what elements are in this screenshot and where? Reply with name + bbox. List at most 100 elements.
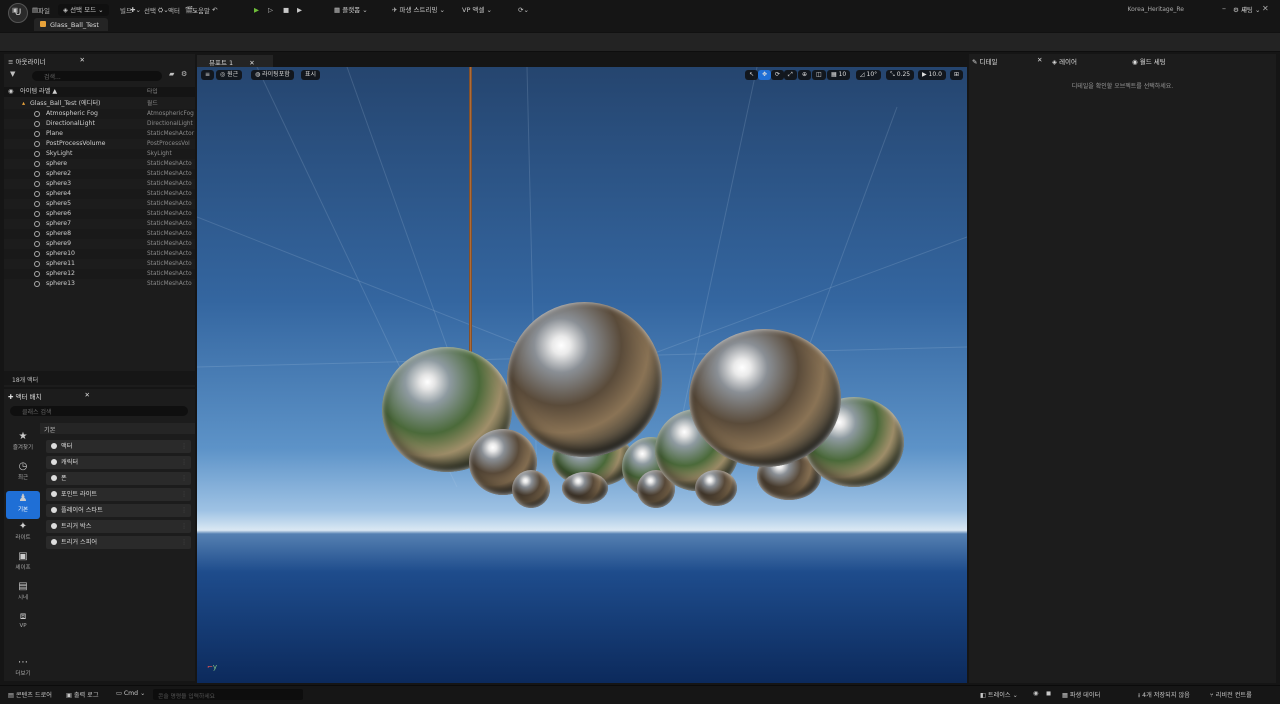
outliner-row[interactable]: sphere9 StaticMeshActo — [4, 239, 195, 249]
stop-icon[interactable]: ■ — [283, 4, 289, 16]
content-drawer-button[interactable]: ▤ 콘텐츠 드로어 — [8, 690, 52, 699]
settings-button[interactable]: ⚙ 세팅 ⌄ — [1233, 4, 1260, 16]
streaming-dropdown[interactable]: ✈ 파생 스트리밍 ⌄ — [392, 4, 445, 16]
place-actor-item[interactable]: 액터 ⋮ — [46, 440, 191, 453]
tab-details[interactable]: ✎ 디테일 — [972, 56, 997, 66]
outliner-root[interactable]: ▴ Glass_Ball_Test (에디터) 월드 — [4, 99, 195, 109]
close-icon[interactable]: ✕ — [1262, 4, 1269, 13]
outliner-row[interactable]: sphere13 StaticMeshActo — [4, 279, 195, 289]
filter-icon[interactable]: ▼ — [10, 70, 15, 78]
scale-tool-icon[interactable]: ⤢ — [784, 70, 797, 80]
content-browser-icon[interactable]: ▤ — [32, 4, 38, 16]
outliner-row[interactable]: sphere StaticMeshActo — [4, 159, 195, 169]
outliner-row[interactable]: sphere12 StaticMeshActo — [4, 269, 195, 279]
viewport-menu-icon[interactable]: ≡ — [201, 70, 215, 80]
place-actor-item[interactable]: 트리거 스피어 ⋮ — [46, 536, 191, 549]
glass-sphere[interactable] — [562, 472, 608, 504]
move-tool-icon[interactable]: ✥ — [758, 70, 772, 80]
category-tab[interactable]: ♟ 기본 — [6, 491, 40, 519]
scale-snap-button[interactable]: ⤡ 0.25 — [886, 70, 915, 80]
vp-dropdown[interactable]: VP 액셀 ⌄ — [462, 4, 492, 16]
place-actor-item[interactable]: 캐릭터 ⋮ — [46, 456, 191, 469]
outliner-tab[interactable]: ≡ 아웃라이너 ✕ — [4, 54, 195, 67]
col-label[interactable]: 아이템 라벨 ▲ — [20, 87, 57, 97]
show-button[interactable]: 표시 — [301, 70, 321, 80]
world-space-icon[interactable]: ⊕ — [798, 70, 812, 80]
grid-snap-button[interactable]: ▦ 10 — [827, 70, 851, 80]
close-tab-icon[interactable]: ✕ — [1037, 56, 1042, 64]
trace-dropdown[interactable]: ◧ 트레이스 ⌄ — [980, 690, 1018, 699]
gear-icon[interactable]: ⚙ — [181, 70, 187, 78]
outliner-row[interactable]: DirectionalLight DirectionalLight — [4, 119, 195, 129]
step-icon[interactable]: ▷ — [268, 4, 273, 16]
category-tab[interactable]: ▣ 셰이프 — [6, 551, 40, 571]
outliner-row[interactable]: sphere8 StaticMeshActo — [4, 229, 195, 239]
platforms-dropdown[interactable]: ▦ 플랫폼 ⌄ — [334, 4, 368, 16]
launch-icon[interactable]: ▶ — [297, 4, 302, 16]
add-actor-icon[interactable]: ✚⌄ — [130, 4, 141, 16]
cinematics-icon[interactable]: 🎬⌄ — [185, 4, 199, 16]
outliner-row[interactable]: PostProcessVolume PostProcessVol — [4, 139, 195, 149]
outliner-row[interactable]: sphere7 StaticMeshActo — [4, 219, 195, 229]
outliner-row[interactable]: sphere11 StaticMeshActo — [4, 259, 195, 269]
category-tab[interactable]: ▤ 시네 — [6, 581, 40, 601]
outliner-row[interactable]: sphere4 StaticMeshActo — [4, 189, 195, 199]
minimize-icon[interactable]: – — [1222, 4, 1226, 13]
place-actor-item[interactable]: 포인트 라이트 ⋮ — [46, 488, 191, 501]
category-tab[interactable]: ★ 즐겨찾기 — [6, 431, 40, 451]
outliner-row[interactable]: sphere2 StaticMeshActo — [4, 169, 195, 179]
outliner-row[interactable]: sphere3 StaticMeshActo — [4, 179, 195, 189]
derived-data-button[interactable]: ▦ 파생 데이터 — [1062, 690, 1100, 699]
place-actor-item[interactable]: 폰 ⋮ — [46, 472, 191, 485]
menu-actor[interactable]: 액터 — [168, 5, 180, 15]
cmd-dropdown[interactable]: ▭ Cmd ⌄ — [116, 690, 145, 697]
revision-control-button[interactable]: ⑂ 리비전 컨트롤 — [1210, 690, 1252, 699]
select-tool-icon[interactable]: ↖ — [745, 70, 759, 80]
record-icon[interactable]: ◉ — [1033, 690, 1038, 697]
place-actors-tab[interactable]: ✚ 액터 배치 ✕ — [4, 389, 195, 402]
mode-dropdown[interactable]: ◈ 선택 모드 ⌄ — [58, 4, 109, 16]
glass-sphere[interactable] — [689, 329, 841, 467]
output-log-button[interactable]: ▣ 출력 로그 — [66, 690, 99, 699]
place-actor-item[interactable]: 플레이어 스타트 ⋮ — [46, 504, 191, 517]
lit-button[interactable]: ◍ 라이팅포함 — [251, 70, 294, 80]
tab-world-settings[interactable]: ◉ 월드 세팅 — [1132, 56, 1166, 66]
category-tab[interactable]: ✦ 라이트 — [6, 521, 40, 541]
viewport[interactable]: ≡ ◎ 원근 ◍ 라이팅포함 표시 ↖ ✥ ⟳ ⤢ ⊕ ◫ ▦ 10 ◿ 10°… — [197, 67, 967, 683]
source-control-icon[interactable]: ⟳⌄ — [518, 4, 529, 16]
col-type[interactable]: 타입 — [147, 87, 158, 97]
maximize-viewport-icon[interactable]: ⊞ — [950, 70, 964, 80]
menu-select[interactable]: 선택 — [144, 5, 156, 15]
surface-snap-icon[interactable]: ◫ — [812, 70, 826, 80]
close-tab-icon[interactable]: ✕ — [80, 56, 85, 64]
close-tab-icon[interactable]: ✕ — [85, 391, 90, 399]
outliner-row[interactable]: Plane StaticMeshActor — [4, 129, 195, 139]
menu-file[interactable]: 파일 — [38, 5, 50, 15]
tab-layers[interactable]: ◈ 레이어 — [1052, 56, 1077, 66]
category-tab[interactable]: ⧈ VP — [6, 611, 40, 629]
place-actor-item[interactable]: 트리거 박스 ⋮ — [46, 520, 191, 533]
outliner-row[interactable]: Atmospheric Fog AtmosphericFog — [4, 109, 195, 119]
outliner-row[interactable]: sphere6 StaticMeshActo — [4, 209, 195, 219]
outliner-search-input[interactable]: 검색... — [32, 71, 162, 81]
outliner-row[interactable]: sphere5 StaticMeshActo — [4, 199, 195, 209]
glass-sphere[interactable] — [512, 470, 550, 508]
unsaved-button[interactable]: ⭳ 4개 저장되지 않음 — [1138, 690, 1190, 701]
play-icon[interactable]: ▶ — [254, 4, 259, 16]
class-search-input[interactable]: 클래스 검색 — [10, 406, 188, 416]
rotation-snap-button[interactable]: ◿ 10° — [856, 70, 882, 80]
save-icon[interactable]: ▣ — [12, 4, 18, 16]
undo-icon[interactable]: ↶ — [212, 4, 217, 16]
viewport-tab[interactable]: 뷰포트 1 ✕ — [197, 55, 273, 67]
document-tab[interactable]: Glass_Ball_Test — [34, 18, 108, 31]
glass-sphere[interactable] — [507, 302, 662, 457]
perspective-button[interactable]: ◎ 원근 — [216, 70, 243, 80]
glass-sphere[interactable] — [695, 470, 737, 506]
outliner-row[interactable]: SkyLight SkyLight — [4, 149, 195, 159]
camera-speed-button[interactable]: ▶ 10.0 — [918, 70, 946, 80]
blueprint-icon[interactable]: ⛭⌄ — [158, 4, 169, 16]
category-tab[interactable]: ⋯ 더보기 — [6, 657, 40, 677]
stop-trace-icon[interactable]: ◼ — [1046, 690, 1051, 697]
console-input[interactable]: 콘솔 명령을 입력하세요 — [153, 689, 303, 700]
close-tab-icon[interactable]: ✕ — [249, 59, 254, 67]
